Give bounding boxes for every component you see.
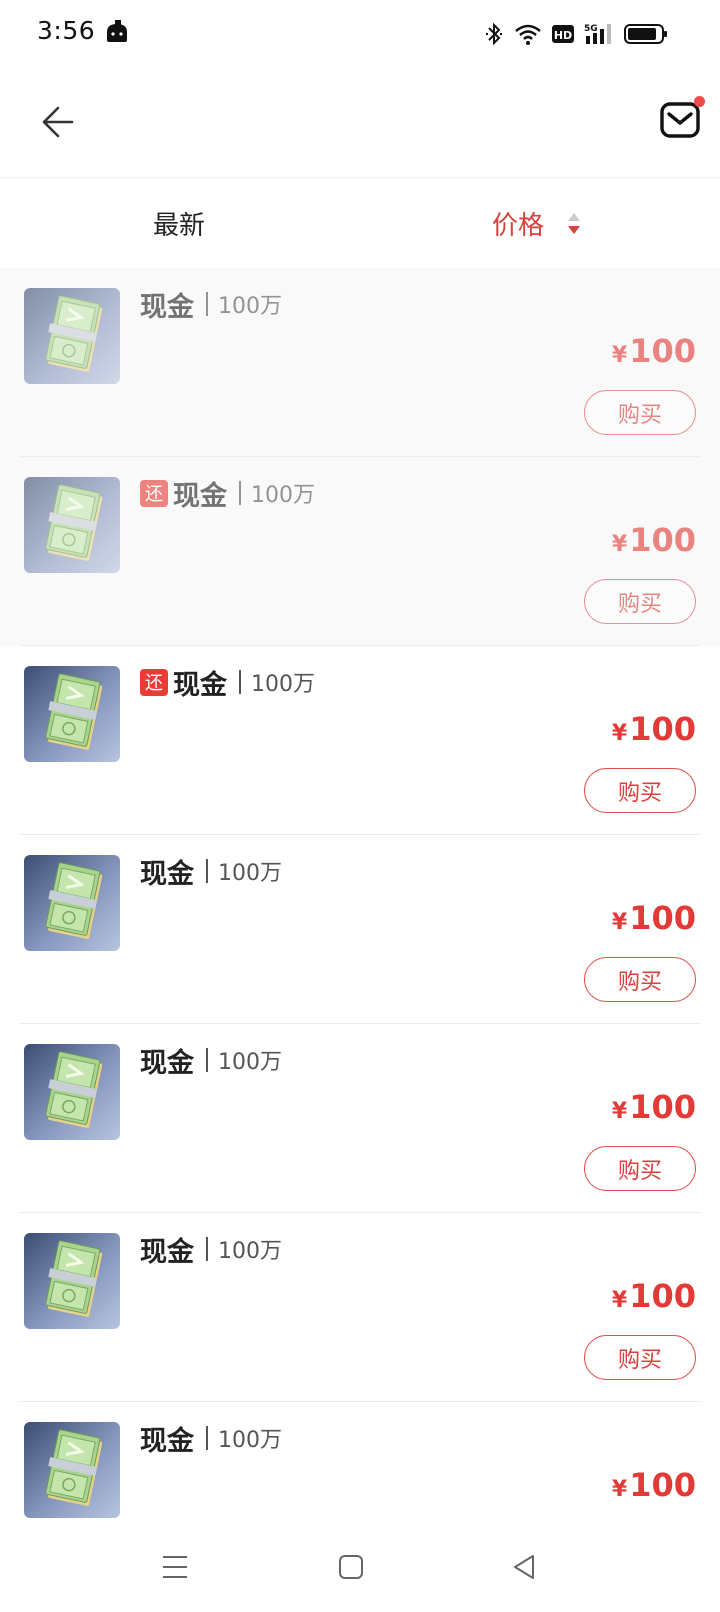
- item-amount: 100万: [218, 861, 282, 886]
- currency-symbol: ¥: [611, 343, 628, 368]
- app-icon: [104, 20, 130, 44]
- item-amount: 100万: [251, 672, 315, 697]
- price-value: 100: [629, 899, 696, 937]
- title-separator: [206, 1426, 208, 1450]
- sort-arrows-icon: [568, 212, 581, 234]
- svg-text:5G: 5G: [584, 24, 598, 34]
- buy-button[interactable]: 购买: [584, 768, 696, 813]
- home-button[interactable]: [321, 1543, 381, 1591]
- hd-icon: HD: [552, 25, 574, 43]
- item-price: ¥100: [612, 332, 696, 370]
- sort-bar: 最新 价格: [0, 179, 720, 267]
- item-name: 现金: [173, 669, 227, 701]
- back-nav-button[interactable]: [494, 1543, 554, 1591]
- sort-price-tab[interactable]: 价格: [492, 205, 582, 242]
- mail-button[interactable]: [654, 96, 705, 144]
- buy-button[interactable]: 购买: [584, 957, 696, 1002]
- battery-icon: [624, 23, 668, 45]
- list-item: 现金 100万 ¥100 购买: [0, 268, 720, 457]
- cash-item-image[interactable]: [24, 288, 120, 384]
- currency-symbol: ¥: [611, 1099, 628, 1124]
- title-separator: [206, 292, 208, 316]
- title-separator: [206, 859, 208, 883]
- cash-item-image[interactable]: [24, 1233, 120, 1329]
- buy-button[interactable]: 购买: [584, 579, 696, 624]
- currency-symbol: ¥: [611, 532, 628, 557]
- cash-item-image[interactable]: [24, 855, 120, 951]
- price-value: 100: [629, 1466, 696, 1504]
- item-price: ¥100: [612, 1466, 696, 1504]
- signal-5g-icon: 5G: [584, 22, 614, 46]
- product-list: 现金 100万 ¥100 购买 还 现金 100万 ¥100 购买 还 现金 1…: [0, 268, 720, 1591]
- system-nav-bar: [0, 1525, 720, 1612]
- cash-item-image[interactable]: [24, 477, 120, 573]
- item-price: ¥100: [612, 1088, 696, 1126]
- menu-icon: [163, 1556, 187, 1578]
- item-price: ¥100: [612, 899, 696, 937]
- status-time: 3:56: [37, 16, 96, 45]
- item-amount: 100万: [218, 294, 282, 319]
- refund-tag: 还: [140, 479, 168, 507]
- currency-symbol: ¥: [611, 1288, 628, 1313]
- item-name: 现金: [140, 291, 194, 323]
- back-button[interactable]: [28, 94, 84, 150]
- home-square-icon: [339, 1555, 363, 1579]
- list-item: 还 现金 100万 ¥100 购买: [0, 646, 720, 835]
- item-name: 现金: [140, 858, 194, 890]
- price-value: 100: [629, 710, 696, 748]
- sort-latest-tab[interactable]: 最新: [153, 205, 205, 242]
- header: [0, 66, 720, 178]
- item-price: ¥100: [612, 1277, 696, 1315]
- list-item: 现金 100万 ¥100 购买: [0, 1024, 720, 1213]
- item-price: ¥100: [612, 710, 696, 748]
- buy-button[interactable]: 购买: [584, 1335, 696, 1380]
- item-amount: 100万: [251, 483, 315, 508]
- currency-symbol: ¥: [611, 1477, 628, 1502]
- price-value: 100: [629, 1088, 696, 1126]
- price-value: 100: [629, 332, 696, 370]
- item-amount: 100万: [218, 1428, 282, 1453]
- cash-item-image[interactable]: [24, 1044, 120, 1140]
- cash-item-image[interactable]: [24, 666, 120, 762]
- bluetooth-icon: [484, 22, 504, 46]
- price-value: 100: [629, 1277, 696, 1315]
- item-price: ¥100: [612, 521, 696, 559]
- currency-symbol: ¥: [611, 721, 628, 746]
- wifi-icon: [514, 23, 542, 45]
- menu-button[interactable]: [145, 1543, 205, 1591]
- price-value: 100: [629, 521, 696, 559]
- sort-price-label: 价格: [492, 211, 545, 241]
- svg-text:HD: HD: [554, 29, 572, 42]
- buy-button[interactable]: 购买: [584, 390, 696, 435]
- title-separator: [206, 1237, 208, 1261]
- list-item: 现金 100万 ¥100 购买: [0, 1213, 720, 1402]
- cash-item-image[interactable]: [24, 1422, 120, 1518]
- refund-tag: 还: [140, 668, 168, 696]
- item-amount: 100万: [218, 1050, 282, 1075]
- item-name: 现金: [140, 1047, 194, 1079]
- item-name: 现金: [140, 1236, 194, 1268]
- arrow-left-icon: [42, 106, 74, 138]
- list-item: 还 现金 100万 ¥100 购买: [0, 457, 720, 646]
- title-separator: [239, 481, 241, 505]
- item-name: 现金: [173, 480, 227, 512]
- status-bar: 3:56 HD 5G: [0, 0, 720, 66]
- buy-button[interactable]: 购买: [584, 1146, 696, 1191]
- mail-icon: [660, 102, 700, 138]
- notification-dot: [694, 96, 705, 107]
- item-amount: 100万: [218, 1239, 282, 1264]
- title-separator: [239, 670, 241, 694]
- back-triangle-icon: [514, 1555, 534, 1579]
- status-icons: HD 5G: [484, 20, 668, 48]
- currency-symbol: ¥: [611, 910, 628, 935]
- title-separator: [206, 1048, 208, 1072]
- item-name: 现金: [140, 1425, 194, 1457]
- list-item: 现金 100万 ¥100 购买: [0, 835, 720, 1024]
